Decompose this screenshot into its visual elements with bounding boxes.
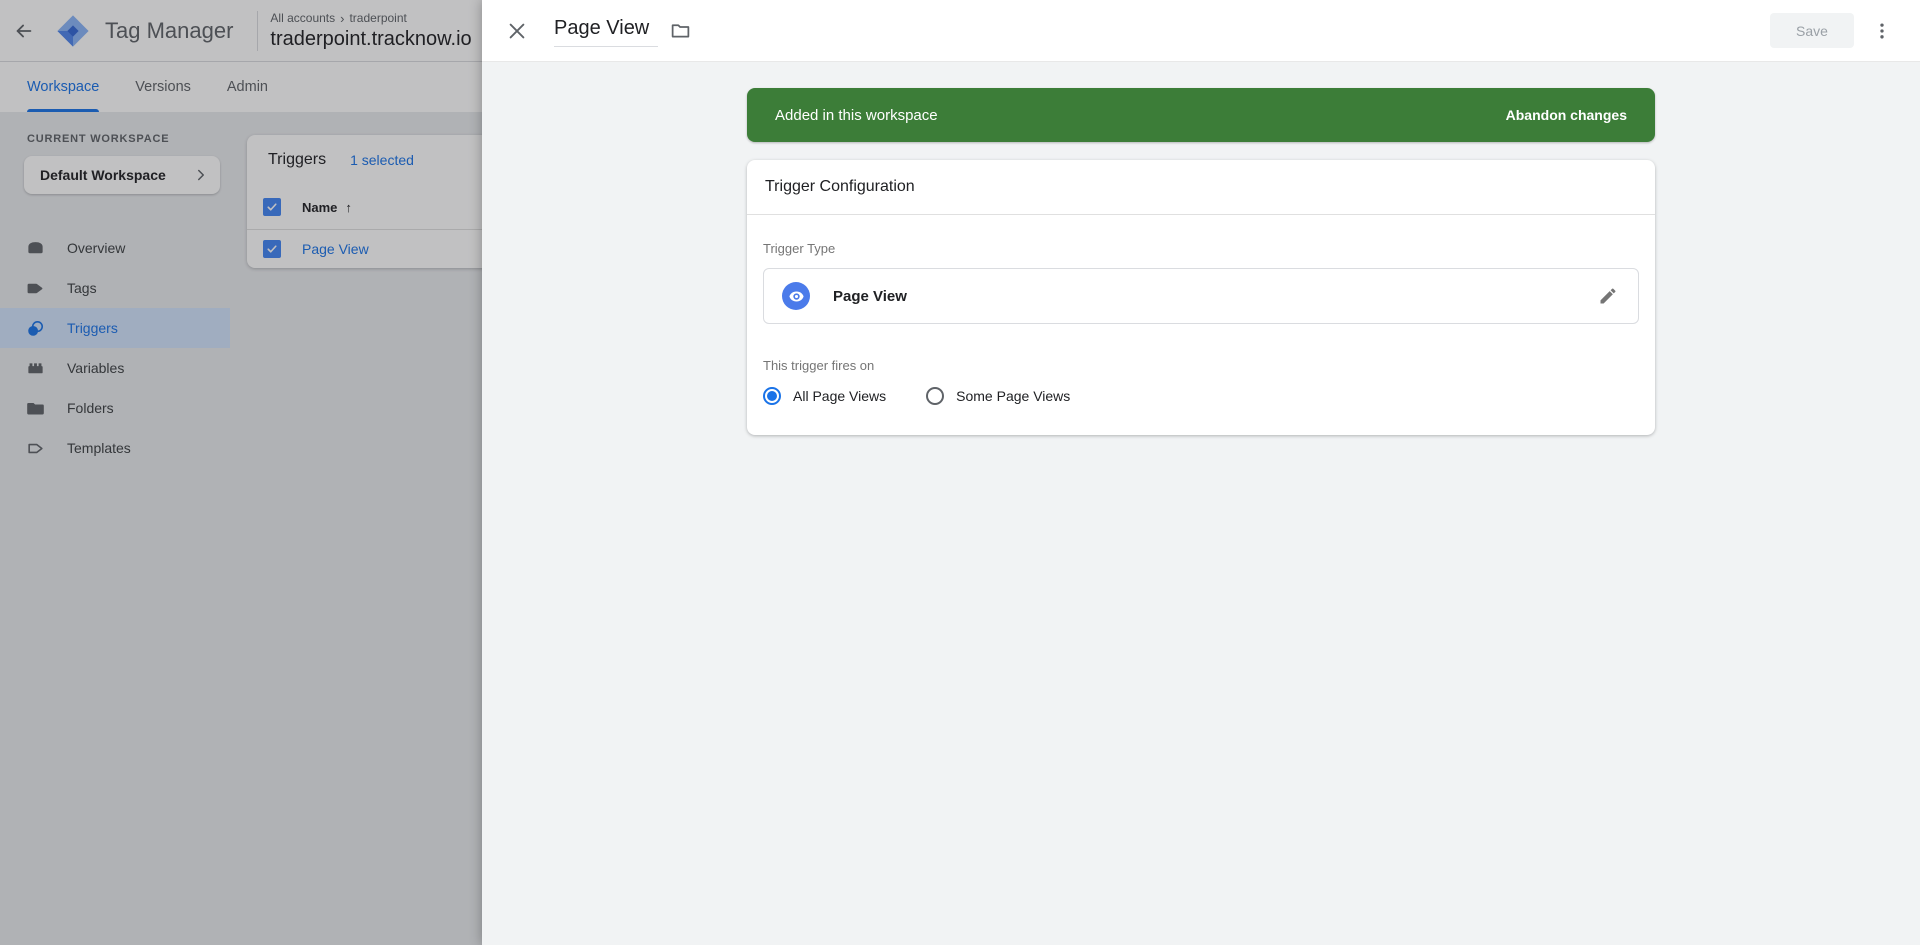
panel-header: Page View Save bbox=[482, 0, 1920, 62]
banner-message: Added in this workspace bbox=[775, 106, 938, 124]
panel-body: Added in this workspace Abandon changes … bbox=[482, 62, 1920, 435]
trigger-name-input[interactable]: Page View bbox=[554, 15, 658, 47]
abandon-changes-button[interactable]: Abandon changes bbox=[1506, 107, 1627, 123]
trigger-type-box[interactable]: Page View bbox=[763, 268, 1639, 324]
radio-some-page-views[interactable]: Some Page Views bbox=[926, 387, 1070, 405]
trigger-editor-panel: Page View Save Added in this workspace A… bbox=[482, 0, 1920, 945]
more-options-button[interactable] bbox=[1870, 19, 1894, 43]
trigger-type-label: Trigger Type bbox=[763, 241, 836, 256]
pencil-icon bbox=[1598, 286, 1618, 306]
trigger-type-value: Page View bbox=[833, 287, 907, 305]
edit-trigger-type-button[interactable] bbox=[1596, 284, 1620, 308]
radio-selected-icon bbox=[763, 387, 781, 405]
folder-outline-icon bbox=[670, 20, 691, 41]
trigger-configuration-card: Trigger Configuration Trigger Type Page … bbox=[747, 160, 1655, 435]
trigger-configuration-title: Trigger Configuration bbox=[747, 160, 1655, 215]
page-view-trigger-icon bbox=[782, 282, 810, 310]
fires-on-options: All Page Views Some Page Views bbox=[763, 387, 1639, 405]
close-button[interactable] bbox=[506, 20, 528, 42]
workspace-status-banner: Added in this workspace Abandon changes bbox=[747, 88, 1655, 142]
radio-unselected-icon bbox=[926, 387, 945, 405]
app: Tag Manager All accounts › traderpoint t… bbox=[0, 0, 1920, 945]
fires-on-label: This trigger fires on bbox=[763, 358, 875, 373]
save-button[interactable]: Save bbox=[1770, 13, 1854, 48]
move-to-folder-button[interactable] bbox=[668, 19, 692, 43]
close-icon bbox=[506, 20, 528, 42]
kebab-menu-icon bbox=[1872, 21, 1892, 41]
radio-all-page-views[interactable]: All Page Views bbox=[763, 387, 886, 405]
